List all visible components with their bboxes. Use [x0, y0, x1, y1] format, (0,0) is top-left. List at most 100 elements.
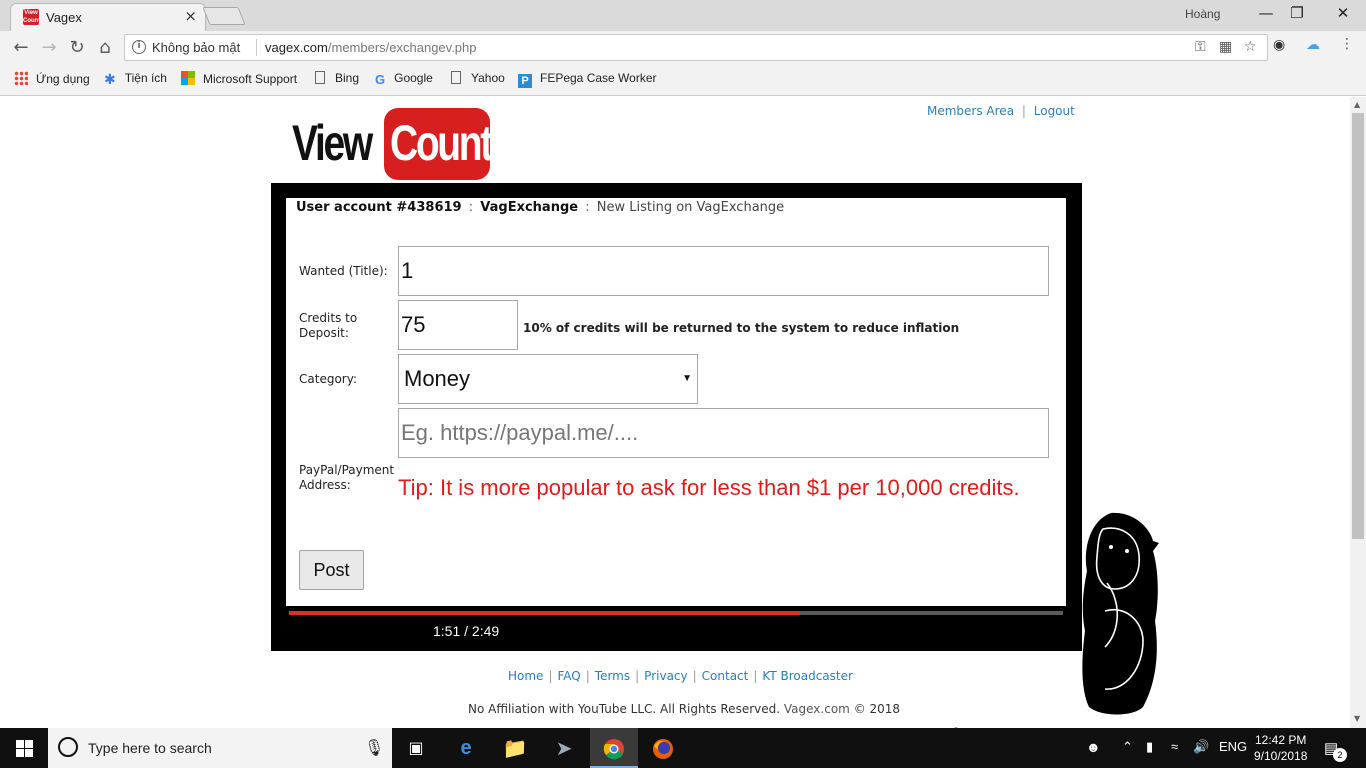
dropdown-arrow-icon: ▼ — [682, 373, 692, 384]
bookmark-yahoo[interactable]: Yahoo — [451, 71, 505, 85]
category-label: Category: — [299, 372, 357, 386]
video-player-frame: User account #438619 : VagExchange : New… — [271, 183, 1082, 728]
speaker-icon[interactable]: 🔊 — [1193, 739, 1209, 755]
payment-label: PayPal/Payment Address: — [299, 463, 395, 492]
tab-title: Vagex — [46, 10, 82, 25]
home-icon[interactable]: ⌂ — [93, 37, 117, 58]
puzzle-icon: ✱ — [104, 71, 116, 87]
footer-terms-link[interactable]: Terms — [595, 669, 630, 683]
bookmark-star-icon[interactable]: ☆ — [1244, 39, 1257, 55]
language-indicator[interactable]: ENG — [1219, 739, 1247, 754]
pega-icon: P — [518, 74, 532, 88]
google-icon: G — [375, 72, 386, 87]
viewcount-logo[interactable]: View Count — [292, 106, 493, 180]
bookmark-apps[interactable]: Ứng dụng — [14, 71, 90, 86]
address-bar[interactable]: i Không bảo mật vagex.com/members/exchan… — [124, 34, 1268, 61]
logo-count-text: Count — [390, 115, 493, 171]
members-area-link[interactable]: Members Area — [927, 104, 1014, 118]
cartoon-sticker-icon — [1082, 512, 1159, 715]
restore-icon[interactable]: ❐ — [1277, 4, 1317, 22]
page-scrollbar[interactable]: ▲ ▼ — [1350, 97, 1366, 728]
breadcrumb-page: New Listing on VagExchange — [596, 200, 785, 215]
browser-tab-vagex[interactable]: View Count Vagex × — [10, 3, 206, 31]
back-arrow-icon[interactable]: ← — [9, 37, 33, 58]
cortana-icon — [58, 737, 78, 757]
logo-view-text: View — [292, 115, 373, 171]
chrome-icon[interactable] — [590, 728, 638, 768]
bookmark-microsoft-support[interactable]: Microsoft Support — [181, 71, 297, 86]
key-icon[interactable]: ⚿ — [1195, 39, 1206, 55]
footer-faq-link[interactable]: FAQ — [557, 669, 580, 683]
apps-grid-icon — [14, 71, 28, 85]
breadcrumb: User account #438619 : VagExchange : New… — [296, 200, 785, 215]
task-view-icon[interactable]: ▣ — [392, 728, 440, 768]
video-progress-fill — [289, 611, 800, 615]
scroll-down-icon[interactable]: ▼ — [1354, 714, 1360, 723]
taskbar-search-box[interactable]: Type here to search 🎙 — [48, 728, 392, 768]
category-value: Money — [404, 366, 471, 391]
page-icon — [451, 71, 461, 84]
breadcrumb-section: VagExchange — [480, 200, 579, 215]
bookmark-fepega[interactable]: P FEPega Case Worker — [518, 71, 657, 88]
app-shell-icon[interactable]: ➤ — [540, 728, 588, 768]
extension-mask-icon[interactable]: ◉ — [1273, 37, 1285, 53]
profile-name[interactable]: Hoàng — [1185, 7, 1220, 21]
logout-link[interactable]: Logout — [1034, 104, 1075, 118]
tray-chevron-icon[interactable]: ⌃ — [1122, 739, 1133, 755]
battery-icon[interactable]: ▮ — [1146, 739, 1153, 755]
title-label: Wanted (Title): — [299, 264, 388, 278]
microphone-icon[interactable]: 🎙 — [364, 738, 384, 757]
new-tab-button[interactable] — [202, 7, 246, 25]
url-text[interactable]: vagex.com/members/exchangev.php — [265, 40, 477, 55]
footer-privacy-link[interactable]: Privacy — [644, 669, 687, 683]
breadcrumb-account: User account #438619 — [296, 200, 462, 215]
notification-badge: 2 — [1333, 748, 1347, 762]
forward-arrow-icon[interactable]: → — [37, 37, 61, 58]
firefox-icon[interactable] — [639, 728, 687, 768]
video-time: 1:51 / 2:49 — [433, 623, 500, 639]
close-window-icon[interactable]: ✕ — [1323, 4, 1363, 22]
file-explorer-icon[interactable]: 📁 — [491, 728, 539, 768]
extension-cloud-icon[interactable]: ☁ — [1306, 37, 1320, 53]
info-icon[interactable]: i — [132, 40, 146, 54]
people-icon[interactable]: ☻ — [1086, 739, 1101, 755]
member-nav: Members Area | Logout — [927, 104, 1075, 118]
bookmark-google[interactable]: G Google — [375, 71, 433, 87]
browser-tab-strip: View Count Vagex × Hoàng — ❐ ✕ — [0, 0, 1366, 31]
scroll-up-icon[interactable]: ▲ — [1354, 100, 1360, 109]
edge-icon[interactable]: e — [442, 728, 490, 768]
credits-input[interactable]: 75 — [398, 300, 518, 350]
scroll-thumb[interactable] — [1352, 113, 1364, 539]
wifi-icon[interactable]: ≈ — [1171, 739, 1178, 754]
settings-gear-icon[interactable] — [947, 721, 965, 728]
taskbar-search-placeholder: Type here to search — [88, 740, 212, 756]
menu-kebab-icon[interactable]: ⋮ — [1340, 36, 1354, 52]
translate-icon[interactable]: ▦ — [1219, 39, 1232, 55]
payment-placeholder: Eg. https://paypal.me/.... — [401, 420, 639, 445]
credits-note: 10% of credits will be returned to the s… — [523, 321, 960, 335]
footer-contact-link[interactable]: Contact — [702, 669, 749, 683]
title-input[interactable]: 1 — [398, 246, 1049, 296]
bookmark-bing[interactable]: Bing — [315, 71, 359, 85]
nav-separator: | — [1021, 104, 1026, 118]
system-clock[interactable]: 12:42 PM 9/10/2018 — [1254, 732, 1307, 764]
payment-address-input[interactable]: Eg. https://paypal.me/.... — [398, 408, 1049, 458]
credits-label: Credits to Deposit: — [299, 311, 358, 340]
browser-toolbar: ← → ↻ ⌂ i Không bảo mật vagex.com/member… — [0, 31, 1366, 64]
theater-mode-icon[interactable] — [1026, 721, 1054, 728]
copyright-notice: No Affiliation with YouTube LLC. All Rig… — [468, 702, 901, 716]
windows-start-icon[interactable] — [16, 740, 33, 757]
security-status[interactable]: Không bảo mật — [152, 40, 240, 55]
footer-home-link[interactable]: Home — [508, 669, 543, 683]
page-icon — [315, 71, 325, 84]
windows-taskbar: Type here to search 🎙 ▣ e 📁 ➤ ☻ ⌃ ▮ ≈ 🔊 … — [0, 728, 1366, 768]
tab-close-icon[interactable]: × — [184, 7, 197, 25]
bookmark-extensions[interactable]: ✱ Tiện ích — [104, 71, 167, 87]
category-select[interactable]: Money ▼ — [398, 354, 698, 404]
reload-icon[interactable]: ↻ — [65, 37, 89, 58]
exchange-form-panel: User account #438619 : VagExchange : New… — [286, 198, 1066, 606]
pricing-tip: Tip: It is more popular to ask for less … — [398, 475, 1020, 500]
post-button[interactable]: Post — [299, 550, 364, 590]
video-progress-bar[interactable] — [289, 611, 1063, 615]
footer-kt-broadcaster-link[interactable]: KT Broadcaster — [762, 669, 853, 683]
